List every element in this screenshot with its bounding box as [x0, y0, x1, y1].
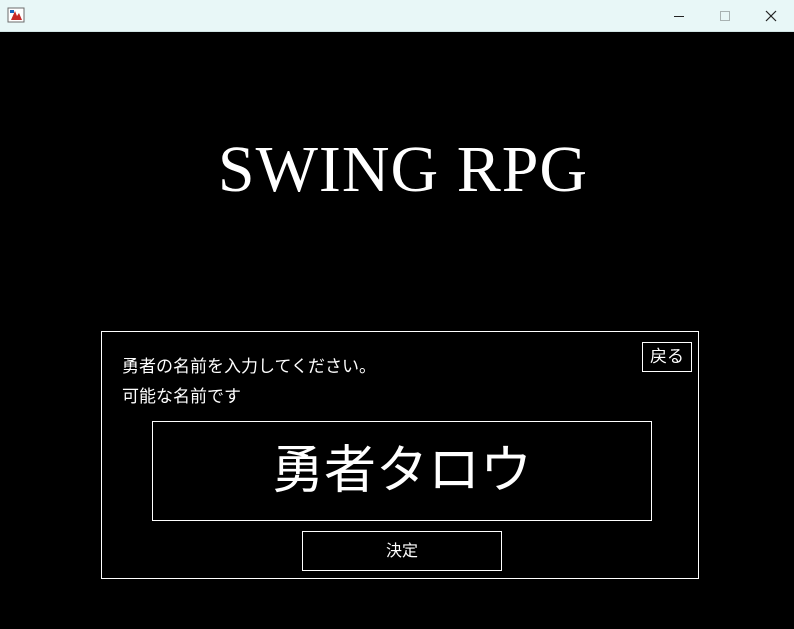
close-button[interactable] — [748, 0, 794, 31]
name-prompt-label: 勇者の名前を入力してください。 — [122, 357, 376, 377]
game-title: SWING RPG — [217, 133, 589, 206]
maximize-icon — [720, 10, 730, 21]
game-screen: SWING RPG 戻る 勇者の名前を入力してください。 可能な名前です 勇者タ… — [1, 32, 793, 628]
java-app-icon — [7, 7, 25, 23]
confirm-button[interactable]: 決定 — [302, 531, 502, 571]
minimize-button[interactable] — [656, 0, 702, 31]
maximize-button[interactable] — [702, 0, 748, 31]
title-bar[interactable] — [0, 0, 794, 32]
name-status-label: 可能な名前です — [122, 387, 241, 407]
back-button[interactable]: 戻る — [642, 342, 692, 372]
name-entry-panel: 戻る 勇者の名前を入力してください。 可能な名前です 勇者タロウ 決定 — [101, 331, 699, 579]
close-icon — [765, 10, 777, 21]
hero-name-input[interactable]: 勇者タロウ — [152, 421, 652, 521]
app-window: SWING RPG 戻る 勇者の名前を入力してください。 可能な名前です 勇者タ… — [0, 0, 794, 629]
minimize-icon — [674, 15, 684, 17]
